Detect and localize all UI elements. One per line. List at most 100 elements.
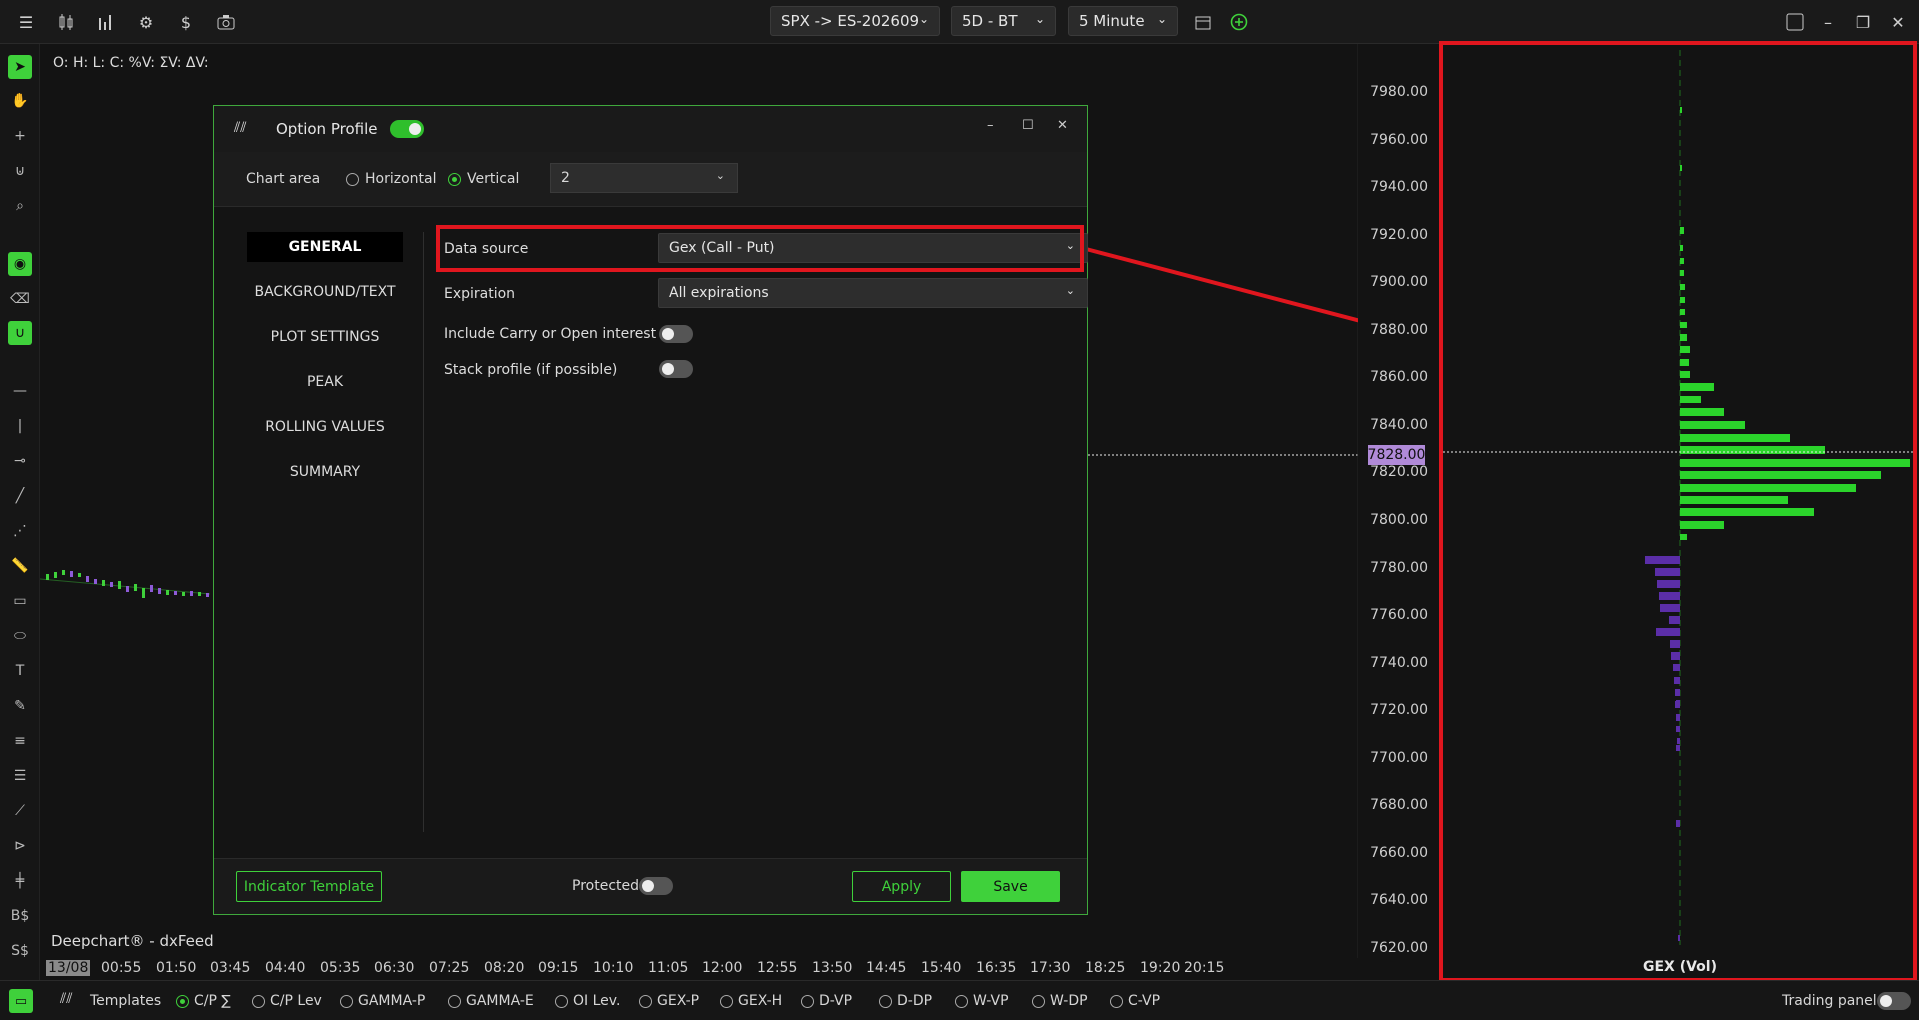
save-button[interactable]: Save xyxy=(961,871,1060,902)
template-oi-lev[interactable]: OI Lev. xyxy=(555,993,620,1009)
scale-icon[interactable]: ╪ xyxy=(8,869,32,893)
close-icon[interactable]: ✕ xyxy=(1887,11,1909,33)
nav-peak[interactable]: PEAK xyxy=(247,367,403,397)
restore-icon[interactable]: ❐ xyxy=(1852,11,1874,33)
price-label: 7760.00 xyxy=(1370,607,1428,623)
template-d-dp[interactable]: D-DP xyxy=(879,993,932,1009)
price-label: 7860.00 xyxy=(1370,369,1428,385)
list-icon[interactable]: ≡ xyxy=(8,729,32,753)
camera-icon[interactable] xyxy=(215,11,237,33)
nav-rolling-values[interactable]: ROLLING VALUES xyxy=(247,412,403,442)
indicator-enabled-toggle[interactable] xyxy=(390,120,424,138)
price-label: 7880.00 xyxy=(1370,322,1428,338)
eye-icon[interactable]: ◉ xyxy=(8,252,32,276)
trading-panel-label: Trading panel xyxy=(1782,993,1877,1009)
price-label: 7740.00 xyxy=(1370,655,1428,671)
apply-button[interactable]: Apply xyxy=(852,871,951,902)
horizontal-radio[interactable]: Horizontal xyxy=(346,171,436,187)
template-cp-sum[interactable]: C/P ∑ xyxy=(176,993,231,1009)
indicator-logo-icon: ⫽⫽ xyxy=(234,120,247,136)
nav-plot-settings[interactable]: PLOT SETTINGS xyxy=(247,322,403,352)
template-w-dp[interactable]: W-DP xyxy=(1032,993,1088,1009)
time-label: 19:20 xyxy=(1140,960,1181,976)
layout-icon[interactable] xyxy=(1784,11,1806,33)
template-cp-lev[interactable]: C/P Lev xyxy=(252,993,322,1009)
bars-chart-icon[interactable] xyxy=(95,11,117,33)
price-label: 7700.00 xyxy=(1370,750,1428,766)
time-label: 13/08 xyxy=(46,960,91,976)
template-gamma-p[interactable]: GAMMA-P xyxy=(340,993,425,1009)
dollar-icon[interactable]: $ xyxy=(175,11,197,33)
chart-area-select[interactable]: 2 ⌄ xyxy=(550,163,738,193)
crosshair-icon[interactable]: + xyxy=(8,124,32,148)
template-gamma-e[interactable]: GAMMA-E xyxy=(448,993,534,1009)
template-c-vp[interactable]: C-VP xyxy=(1110,993,1160,1009)
calendar-icon[interactable] xyxy=(1192,11,1214,33)
period-select[interactable]: 5D - BT ⌄ xyxy=(951,6,1056,36)
ray-icon[interactable]: ⊸ xyxy=(8,449,32,473)
time-label: 12:00 xyxy=(702,960,743,976)
ellipse-icon[interactable]: ⬭ xyxy=(8,624,32,648)
pencil-icon[interactable]: ✎ xyxy=(8,694,32,718)
stack-toggle[interactable] xyxy=(659,360,693,378)
template-gex-h[interactable]: GEX-H xyxy=(720,993,782,1009)
magnet-lock-icon[interactable]: ∪ xyxy=(8,321,32,345)
add-chart-icon[interactable] xyxy=(1228,11,1250,33)
interval-select[interactable]: 5 Minute ⌄ xyxy=(1068,6,1178,36)
nav-summary[interactable]: SUMMARY xyxy=(247,457,403,487)
chevron-down-icon: ⌄ xyxy=(1034,12,1045,26)
text-icon[interactable]: T xyxy=(8,659,32,683)
trend-line-icon[interactable]: ╱ xyxy=(8,484,32,508)
price-label: 7840.00 xyxy=(1370,417,1428,433)
close-icon[interactable]: ✕ xyxy=(1057,118,1068,133)
price-label: 7900.00 xyxy=(1370,274,1428,290)
top-toolbar: ☰ ⚙ $ SPX -> ES-202609 ⌄ 5D - BT ⌄ 5 Min… xyxy=(0,0,1919,44)
projection-icon[interactable]: ⊳ xyxy=(8,834,32,858)
ruler-icon[interactable]: 📏 xyxy=(8,554,32,578)
trading-panel-toggle[interactable] xyxy=(1877,992,1911,1010)
carry-toggle[interactable] xyxy=(659,325,693,343)
nav-background-text[interactable]: BACKGROUND/TEXT xyxy=(247,277,403,307)
protected-toggle[interactable] xyxy=(639,877,673,895)
time-axis[interactable]: 13/08 00:55 01:50 03:45 04:40 05:35 06:3… xyxy=(40,958,1358,980)
hand-icon[interactable]: ✋ xyxy=(8,89,32,113)
nav-general[interactable]: GENERAL xyxy=(247,232,403,262)
fib-icon[interactable]: ⟋ xyxy=(8,799,32,823)
dialog-titlebar[interactable]: ⫽⫽ Option Profile – ☐ ✕ xyxy=(214,106,1087,152)
menu-icon[interactable]: ☰ xyxy=(15,11,37,33)
rectangle-icon[interactable]: ▭ xyxy=(8,589,32,613)
chart-area-row: Chart area Horizontal Vertical 2 ⌄ xyxy=(214,152,1087,207)
horizontal-line-icon[interactable]: — xyxy=(8,379,32,403)
templates-logo-icon: ⫽⫽ xyxy=(60,991,73,1007)
minimize-icon[interactable]: – xyxy=(987,118,994,133)
price-label: 7800.00 xyxy=(1370,512,1428,528)
time-label: 13:50 xyxy=(812,960,853,976)
price-label: 7680.00 xyxy=(1370,797,1428,813)
template-w-vp[interactable]: W-VP xyxy=(955,993,1009,1009)
symbol-select[interactable]: SPX -> ES-202609 ⌄ xyxy=(770,6,940,36)
session-profile-icon[interactable]: S$ xyxy=(8,939,32,963)
indicator-template-button[interactable]: Indicator Template xyxy=(236,871,382,902)
template-gex-p[interactable]: GEX-P xyxy=(639,993,699,1009)
minimize-icon[interactable]: – xyxy=(1817,11,1839,33)
time-label: 00:55 xyxy=(101,960,142,976)
monitor-icon[interactable]: ▭ xyxy=(9,989,33,1013)
maximize-icon[interactable]: ☐ xyxy=(1022,118,1034,133)
lines-icon[interactable]: ☰ xyxy=(8,764,32,788)
magnet-icon[interactable]: ⊍ xyxy=(8,159,32,183)
price-axis[interactable]: 7980.00 7960.00 7940.00 7920.00 7900.00 … xyxy=(1358,44,1438,980)
gear-icon[interactable]: ⚙ xyxy=(135,11,157,33)
cursor-icon[interactable]: ➤ xyxy=(8,55,32,79)
vertical-radio[interactable]: Vertical xyxy=(448,171,519,187)
templates-label[interactable]: Templates xyxy=(90,993,161,1009)
time-label: 20:15 xyxy=(1184,960,1225,976)
template-d-vp[interactable]: D-VP xyxy=(801,993,852,1009)
zoom-icon[interactable]: ⌕ xyxy=(8,194,32,218)
path-icon[interactable]: ⋰ xyxy=(8,519,32,543)
time-label: 08:20 xyxy=(484,960,525,976)
eraser-icon[interactable]: ⌫ xyxy=(8,287,32,311)
candles-icon[interactable] xyxy=(55,11,77,33)
expiration-select[interactable]: All expirations ⌄ xyxy=(658,278,1088,308)
vertical-line-icon[interactable]: | xyxy=(8,414,32,438)
volume-profile-icon[interactable]: B$ xyxy=(8,904,32,928)
